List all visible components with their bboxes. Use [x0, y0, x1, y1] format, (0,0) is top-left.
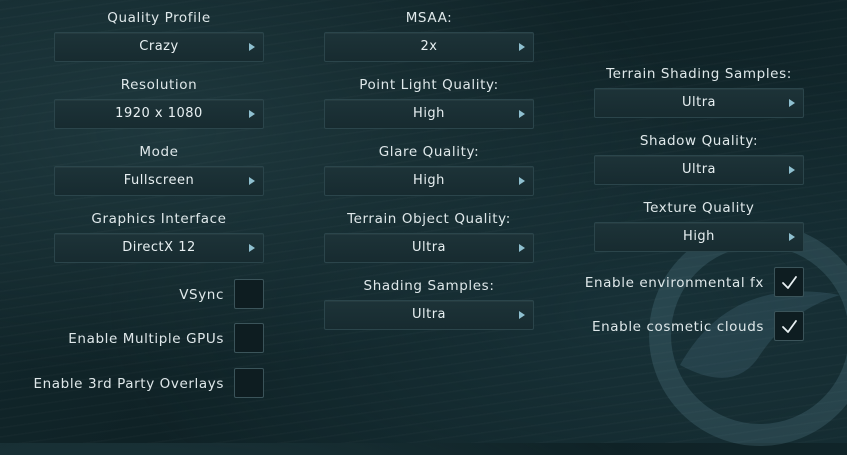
- cosmetic-clouds-label: Enable cosmetic clouds: [592, 319, 764, 335]
- graphics-interface-value: DirectX 12: [122, 240, 196, 255]
- point-light-quality-label: Point Light Quality:: [359, 77, 499, 93]
- msaa-dropdown[interactable]: 2x: [324, 32, 534, 62]
- multiple-gpus-row: Enable Multiple GPUs: [54, 323, 264, 355]
- shadow-quality-label: Shadow Quality:: [639, 133, 759, 149]
- right-triangle-icon: [249, 244, 255, 252]
- msaa-value: 2x: [420, 39, 438, 54]
- glare-quality-field: Glare Quality: High: [324, 142, 534, 196]
- vsync-row: VSync: [54, 279, 264, 311]
- point-light-quality-dropdown[interactable]: High: [324, 99, 534, 129]
- quality-profile-value: Crazy: [139, 39, 179, 54]
- vsync-label: VSync: [179, 287, 224, 303]
- right-triangle-icon: [249, 110, 255, 118]
- resolution-field: Resolution 1920 x 1080: [54, 75, 264, 129]
- resolution-label: Resolution: [120, 77, 198, 93]
- right-triangle-icon: [789, 233, 795, 241]
- right-triangle-icon: [249, 177, 255, 185]
- right-triangle-icon: [789, 99, 795, 107]
- glare-quality-dropdown[interactable]: High: [324, 166, 534, 196]
- terrain-shading-samples-label: Terrain Shading Samples:: [606, 66, 792, 82]
- graphics-settings-screen: { "icons": { "dropdown_arrow": "right-tr…: [0, 0, 847, 446]
- quality-profile-label: Quality Profile: [107, 10, 211, 26]
- third-party-overlays-label: Enable 3rd Party Overlays: [33, 376, 224, 392]
- mode-dropdown[interactable]: Fullscreen: [54, 166, 264, 196]
- terrain-object-quality-dropdown[interactable]: Ultra: [324, 233, 534, 263]
- texture-quality-label: Texture Quality: [643, 200, 755, 216]
- terrain-shading-samples-dropdown[interactable]: Ultra: [594, 88, 804, 118]
- right-triangle-icon: [519, 43, 525, 51]
- third-party-overlays-checkbox[interactable]: [234, 368, 264, 398]
- shading-samples-dropdown[interactable]: Ultra: [324, 300, 534, 330]
- shadow-quality-field: Shadow Quality: Ultra: [594, 131, 804, 185]
- checkmark-icon: [782, 320, 797, 333]
- msaa-label: MSAA:: [405, 10, 453, 26]
- msaa-field: MSAA: 2x: [324, 8, 534, 62]
- terrain-shading-samples-value: Ultra: [681, 95, 717, 110]
- environmental-fx-label: Enable environmental fx: [584, 275, 764, 291]
- quality-profile-dropdown[interactable]: Crazy: [54, 32, 264, 62]
- mode-value: Fullscreen: [123, 173, 195, 188]
- point-light-quality-value: High: [413, 106, 445, 121]
- multiple-gpus-label: Enable Multiple GPUs: [68, 331, 224, 347]
- right-triangle-icon: [519, 177, 525, 185]
- cosmetic-clouds-row: Enable cosmetic clouds: [592, 311, 804, 343]
- quality-profile-field: Quality Profile Crazy: [54, 8, 264, 62]
- point-light-quality-field: Point Light Quality: High: [324, 75, 534, 129]
- right-triangle-icon: [519, 110, 525, 118]
- mode-field: Mode Fullscreen: [54, 142, 264, 196]
- vsync-checkbox[interactable]: [234, 279, 264, 309]
- right-triangle-icon: [519, 244, 525, 252]
- graphics-interface-label: Graphics Interface: [91, 211, 227, 227]
- glare-quality-label: Glare Quality:: [378, 144, 480, 160]
- shadow-quality-dropdown[interactable]: Ultra: [594, 155, 804, 185]
- shading-samples-label: Shading Samples:: [363, 278, 495, 294]
- resolution-dropdown[interactable]: 1920 x 1080: [54, 99, 264, 129]
- checkmark-icon: [782, 276, 797, 289]
- terrain-object-quality-label: Terrain Object Quality:: [347, 211, 511, 227]
- terrain-object-quality-value: Ultra: [411, 240, 447, 255]
- graphics-interface-field: Graphics Interface DirectX 12: [54, 209, 264, 263]
- texture-quality-dropdown[interactable]: High: [594, 222, 804, 252]
- resolution-value: 1920 x 1080: [115, 106, 203, 121]
- texture-quality-field: Texture Quality High: [594, 198, 804, 252]
- shading-samples-field: Shading Samples: Ultra: [324, 276, 534, 330]
- environmental-fx-row: Enable environmental fx: [585, 267, 804, 299]
- shadow-quality-value: Ultra: [681, 162, 717, 177]
- shading-samples-value: Ultra: [411, 307, 447, 322]
- mode-label: Mode: [139, 144, 179, 160]
- third-party-overlays-row: Enable 3rd Party Overlays: [34, 368, 264, 400]
- multiple-gpus-checkbox[interactable]: [234, 323, 264, 353]
- graphics-interface-dropdown[interactable]: DirectX 12: [54, 233, 264, 263]
- cosmetic-clouds-checkbox[interactable]: [774, 311, 804, 341]
- environmental-fx-checkbox[interactable]: [774, 267, 804, 297]
- right-triangle-icon: [789, 166, 795, 174]
- texture-quality-value: High: [683, 229, 715, 244]
- right-triangle-icon: [519, 311, 525, 319]
- terrain-shading-samples-field: Terrain Shading Samples: Ultra: [594, 64, 804, 118]
- glare-quality-value: High: [413, 173, 445, 188]
- terrain-object-quality-field: Terrain Object Quality: Ultra: [324, 209, 534, 263]
- right-triangle-icon: [249, 43, 255, 51]
